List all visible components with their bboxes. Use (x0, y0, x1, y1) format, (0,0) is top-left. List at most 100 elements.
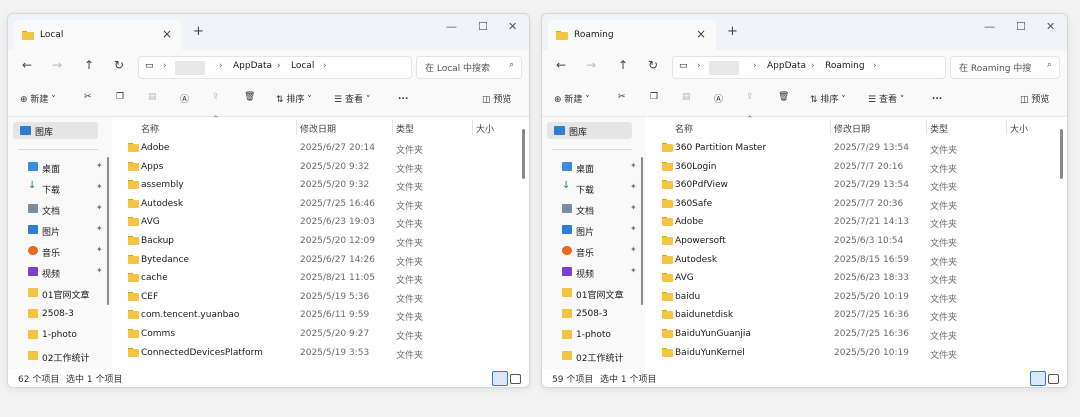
close-window-icon[interactable]: ✕ (508, 20, 517, 33)
table-row[interactable]: baidunetdisk 2025/7/25 16:36 文件夹 (648, 306, 1053, 324)
sidebar-item-folder[interactable]: 2508-3 (18, 306, 108, 322)
rename-icon[interactable]: Ⓐ (180, 92, 189, 105)
tiles-view-icon[interactable] (1048, 374, 1059, 384)
table-row[interactable]: Autodesk 2025/7/25 16:46 文件夹 (114, 195, 515, 213)
sidebar-scrollbar[interactable] (641, 157, 643, 305)
table-row[interactable]: ConnectedDevicesPlatform 2025/5/19 3:53 文件… (114, 344, 515, 362)
sort-button[interactable]: ⇅ 排序 ˅ (810, 92, 846, 105)
vertical-scrollbar[interactable] (1060, 129, 1063, 179)
tiles-view-icon[interactable] (510, 374, 521, 384)
new-button[interactable]: ⊕ 新建 ˅ (554, 92, 590, 105)
column-header-name[interactable]: 名称 (675, 122, 693, 135)
breadcrumb[interactable]: ▭ › › AppData › Roaming › (672, 56, 946, 79)
vertical-scrollbar[interactable] (522, 129, 525, 179)
sidebar-item-downloads[interactable]: ↓ 下载 ✦ (18, 180, 108, 196)
column-header-date[interactable]: 修改日期 (300, 122, 336, 135)
table-row[interactable]: Adobe 2025/7/21 14:13 文件夹 (648, 213, 1053, 231)
share-icon[interactable]: ⇪ (212, 92, 220, 102)
delete-icon[interactable]: 🗑 (778, 92, 789, 102)
table-row[interactable]: com.tencent.yuanbao 2025/6/11 9:59 文件夹 (114, 306, 515, 324)
table-row[interactable]: BaiduYunGuanjia 2025/7/25 16:36 文件夹 (648, 325, 1053, 343)
up-icon[interactable]: ↑ (618, 58, 628, 72)
breadcrumb-appdata[interactable]: AppData (233, 61, 272, 71)
table-row[interactable]: Bytedance 2025/6/27 14:26 文件夹 (114, 251, 515, 269)
sidebar-scrollbar[interactable] (107, 157, 109, 305)
table-row[interactable]: 360Login 2025/7/7 20:16 文件夹 (648, 158, 1053, 176)
back-icon[interactable]: ← (22, 58, 32, 72)
close-window-icon[interactable]: ✕ (1046, 20, 1055, 33)
table-row[interactable]: cache 2025/8/21 11:05 文件夹 (114, 269, 515, 287)
sidebar-item-gallery[interactable]: 图库 (13, 122, 98, 139)
delete-icon[interactable]: 🗑 (244, 92, 255, 102)
details-view-icon[interactable] (492, 371, 508, 386)
sidebar-item-folder[interactable]: 1-photo (18, 327, 108, 343)
view-button[interactable]: ☰ 查看 ˅ (868, 92, 904, 105)
table-row[interactable]: baidu 2025/5/20 10:19 文件夹 (648, 288, 1053, 306)
sidebar-item-desktop[interactable]: 桌面 ✦ (552, 159, 642, 175)
sidebar-item-folder[interactable]: 02工作统计 (18, 348, 108, 364)
table-row[interactable]: Apps 2025/5/20 9:32 文件夹 (114, 158, 515, 176)
refresh-icon[interactable]: ↻ (114, 58, 124, 72)
sort-button[interactable]: ⇅ 排序 ˅ (276, 92, 312, 105)
table-row[interactable]: AVG 2025/6/23 18:33 文件夹 (648, 269, 1053, 287)
column-header-type[interactable]: 类型 (930, 122, 948, 135)
table-row[interactable]: Adobe 2025/6/27 20:14 文件夹 (114, 139, 515, 157)
breadcrumb-local[interactable]: Local (291, 61, 314, 71)
refresh-icon[interactable]: ↻ (648, 58, 658, 72)
minimize-icon[interactable]: — (446, 20, 457, 33)
breadcrumb-appdata[interactable]: AppData (767, 61, 806, 71)
sidebar-item-folder[interactable]: 01官网文章 (552, 285, 642, 301)
preview-button[interactable]: ◫ 预览 (1020, 92, 1049, 105)
sidebar-item-documents[interactable]: 文档 ✦ (18, 201, 108, 217)
sidebar-item-videos[interactable]: 视频 ✦ (552, 264, 642, 280)
search-input[interactable]: 在 Local 中搜索 ⌕ (416, 56, 522, 79)
sidebar-item-folder[interactable]: 01官网文章 (18, 285, 108, 301)
plus-icon[interactable]: + (727, 24, 738, 39)
table-row[interactable]: AVG 2025/6/23 19:03 文件夹 (114, 213, 515, 231)
column-header-name[interactable]: 名称 (141, 122, 159, 135)
table-row[interactable]: Autodesk 2025/8/15 16:59 文件夹 (648, 251, 1053, 269)
sidebar-item-pictures[interactable]: 图片 ✦ (18, 222, 108, 238)
column-header-size[interactable]: 大小 (476, 122, 494, 135)
column-header-size[interactable]: 大小 (1010, 122, 1028, 135)
details-view-icon[interactable] (1030, 371, 1046, 386)
minimize-icon[interactable]: — (984, 20, 995, 33)
share-icon[interactable]: ⇪ (746, 92, 754, 102)
tab-roaming[interactable]: Roaming × (548, 20, 716, 50)
cut-icon[interactable]: ✂ (618, 92, 626, 102)
rename-icon[interactable]: Ⓐ (714, 92, 723, 105)
cut-icon[interactable]: ✂ (84, 92, 92, 102)
column-header-type[interactable]: 类型 (396, 122, 414, 135)
sidebar-item-gallery[interactable]: 图库 (547, 122, 632, 139)
sidebar-item-music[interactable]: 音乐 ✦ (18, 243, 108, 259)
table-row[interactable]: Comms 2025/5/20 9:27 文件夹 (114, 325, 515, 343)
sidebar-item-videos[interactable]: 视频 ✦ (18, 264, 108, 280)
sidebar-item-documents[interactable]: 文档 ✦ (552, 201, 642, 217)
up-icon[interactable]: ↑ (84, 58, 94, 72)
more-button[interactable]: ... (398, 92, 408, 102)
sidebar-item-folder[interactable]: 02工作统计 (552, 348, 642, 364)
sidebar-item-music[interactable]: 音乐 ✦ (552, 243, 642, 259)
more-button[interactable]: ... (932, 92, 942, 102)
plus-icon[interactable]: + (193, 24, 204, 39)
breadcrumb[interactable]: ▭ › › AppData › Local › (138, 56, 412, 79)
breadcrumb-roaming[interactable]: Roaming (825, 61, 865, 71)
table-row[interactable]: CEF 2025/5/19 5:36 文件夹 (114, 288, 515, 306)
close-icon[interactable]: × (696, 27, 706, 41)
forward-icon[interactable]: → (586, 58, 596, 72)
table-row[interactable]: assembly 2025/5/20 9:32 文件夹 (114, 176, 515, 194)
tab-local[interactable]: Local × (14, 20, 182, 50)
copy-icon[interactable]: ❐ (116, 92, 124, 102)
table-row[interactable]: BaiduYunKernel 2025/5/20 10:19 文件夹 (648, 344, 1053, 362)
sidebar-item-folder[interactable]: 2508-3 (552, 306, 642, 322)
view-button[interactable]: ☰ 查看 ˅ (334, 92, 370, 105)
table-row[interactable]: 360PdfView 2025/7/29 13:54 文件夹 (648, 176, 1053, 194)
paste-icon[interactable]: ▤ (148, 92, 157, 102)
maximize-icon[interactable]: ☐ (478, 20, 488, 33)
table-row[interactable]: Backup 2025/5/20 12:09 文件夹 (114, 232, 515, 250)
preview-button[interactable]: ◫ 预览 (482, 92, 511, 105)
sidebar-item-folder[interactable]: 1-photo (552, 327, 642, 343)
table-row[interactable]: Apowersoft 2025/6/3 10:54 文件夹 (648, 232, 1053, 250)
back-icon[interactable]: ← (556, 58, 566, 72)
copy-icon[interactable]: ❐ (650, 92, 658, 102)
